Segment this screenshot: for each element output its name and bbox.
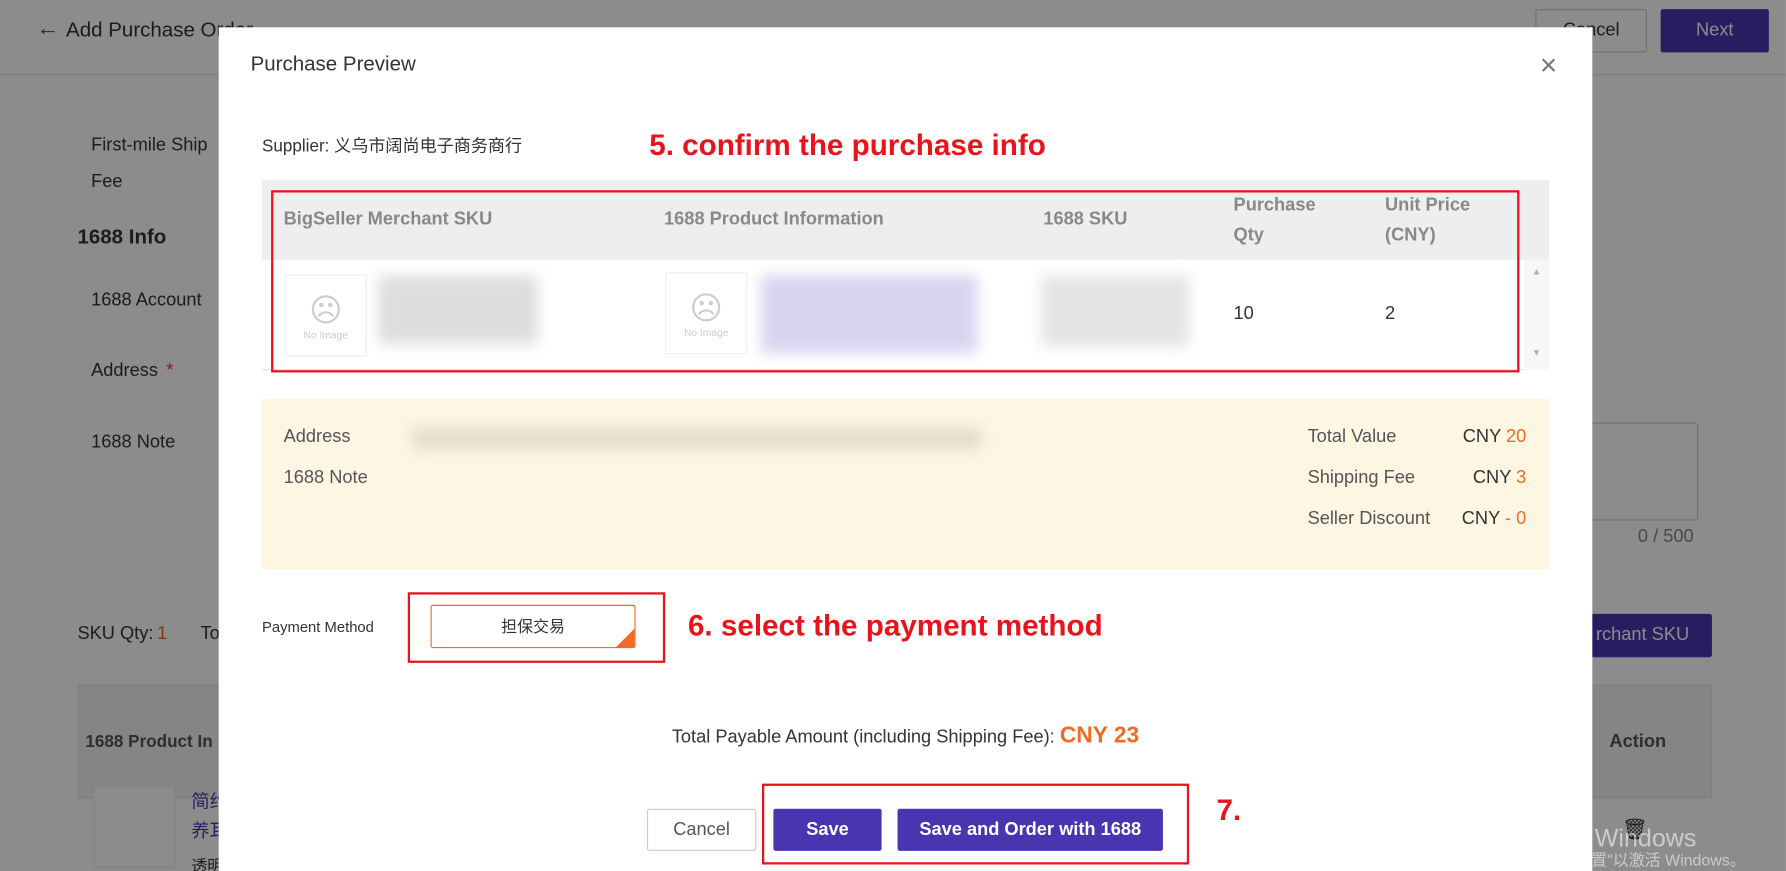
payment-method-label: Payment Method bbox=[261, 618, 374, 636]
annotation-box-5 bbox=[271, 190, 1520, 373]
close-icon[interactable]: × bbox=[1540, 50, 1557, 80]
total-value: CNY 20 bbox=[1462, 427, 1527, 447]
annotation-box-6 bbox=[407, 592, 666, 663]
annotation-step6: 6. select the payment method bbox=[687, 608, 1103, 643]
seller-discount: CNY - 0 bbox=[1461, 509, 1527, 529]
total-payable: Total Payable Amount (including Shipping… bbox=[671, 723, 1140, 749]
address-redacted bbox=[412, 428, 982, 449]
annotation-step7: 7. bbox=[1216, 792, 1242, 827]
seller-discount-label: Seller Discount bbox=[1307, 509, 1431, 529]
cancel-button[interactable]: Cancel bbox=[646, 808, 757, 851]
shipping-fee: CNY 3 bbox=[1472, 468, 1527, 488]
annotation-step5: 5. confirm the purchase info bbox=[649, 127, 1046, 162]
purchase-preview-modal: Purchase Preview × Supplier: 义乌市阔尚电子商务商行… bbox=[218, 27, 1593, 871]
supplier-info: Supplier: 义乌市阔尚电子商务商行 bbox=[261, 136, 523, 157]
shipping-fee-label: Shipping Fee bbox=[1307, 468, 1415, 488]
summary-note-label: 1688 Note bbox=[283, 468, 368, 488]
modal-title: Purchase Preview bbox=[250, 52, 416, 76]
summary-address-label: Address bbox=[283, 427, 351, 447]
table-scrollbar[interactable]: ▲ ▼ bbox=[1523, 259, 1550, 371]
annotation-box-7 bbox=[761, 783, 1190, 865]
total-value-label: Total Value bbox=[1307, 427, 1397, 447]
